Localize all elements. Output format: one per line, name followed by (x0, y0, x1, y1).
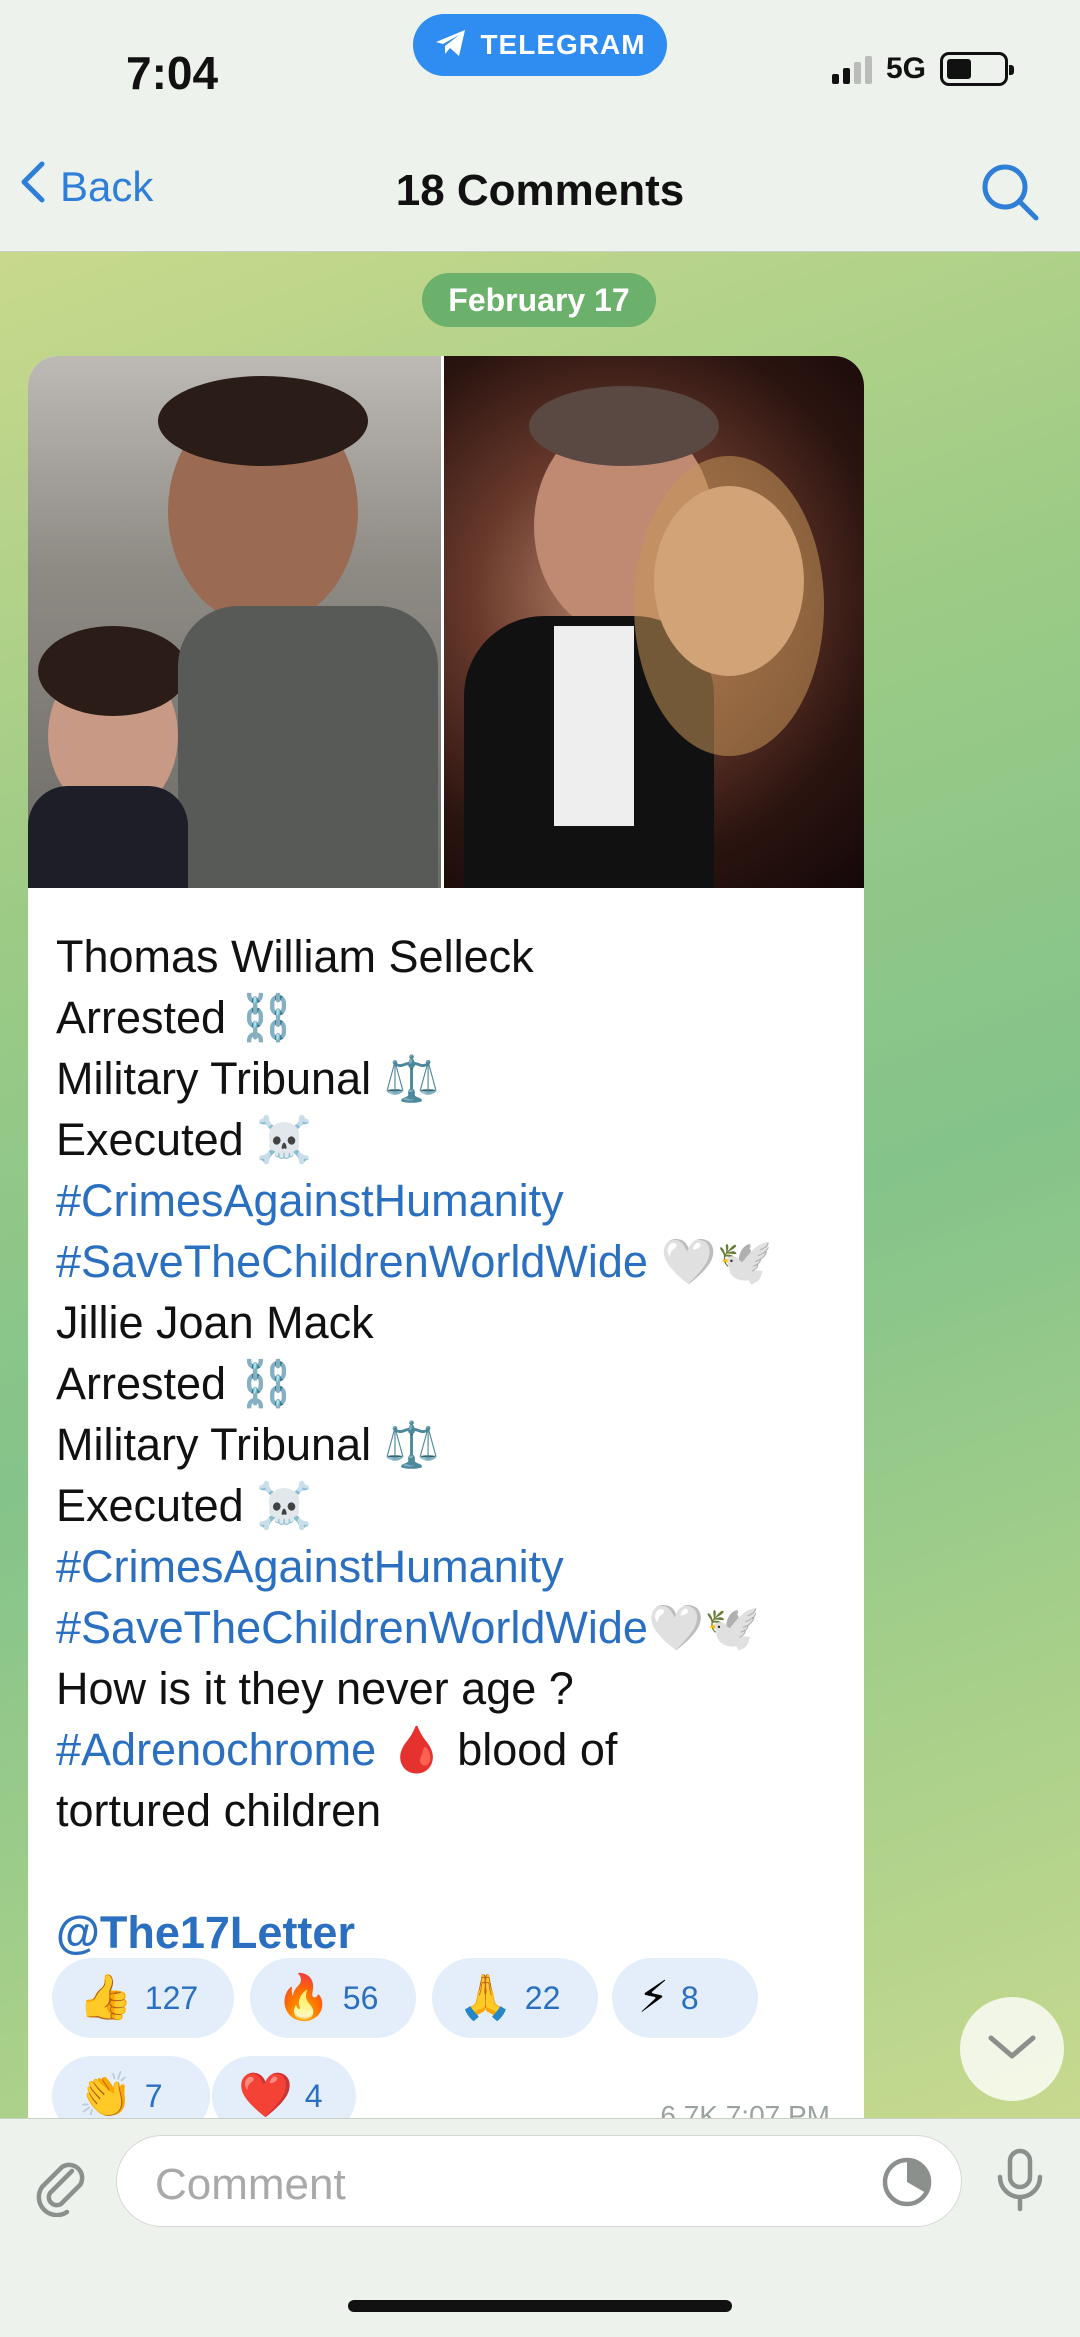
message-photo[interactable] (28, 356, 864, 888)
network-label: 5G (885, 52, 926, 85)
search-icon[interactable] (978, 160, 1042, 229)
hashtag-link[interactable]: #CrimesAgainstHumanity (56, 1541, 564, 1592)
page-title: 18 Comments (395, 166, 685, 215)
scroll-down-button[interactable] (960, 1997, 1064, 2101)
photo-right (444, 356, 864, 888)
message-line (56, 1841, 846, 1902)
telegram-plane-icon (434, 28, 468, 63)
mention-link[interactable]: @The17Letter (56, 1907, 355, 1958)
message-line: Military Tribunal ⚖️ (56, 1419, 440, 1470)
message-line: Executed ☠️ (56, 1480, 313, 1531)
message-line: Executed ☠️ (56, 1114, 313, 1165)
message-bubble[interactable]: Thomas William Selleck Arrested ⛓️ Milit… (28, 356, 864, 2118)
message-line: How is it they never age ? (56, 1663, 574, 1714)
hashtag-link[interactable]: #CrimesAgainstHumanity (56, 1175, 564, 1226)
message-line: Arrested ⛓️ (56, 992, 295, 1043)
message-line: #Adrenochrome 🩸 blood of (56, 1724, 618, 1775)
hashtag-link[interactable]: #SaveTheChildrenWorldWide (56, 1602, 648, 1653)
message-line: #SaveTheChildrenWorldWide 🤍🕊️ (56, 1236, 773, 1287)
home-indicator (348, 2300, 732, 2312)
reaction-fire[interactable]: 🔥 56 (250, 1958, 416, 2038)
signal-icon (831, 54, 872, 84)
timer-icon[interactable] (879, 2154, 935, 2215)
message-line: #CrimesAgainstHumanity (56, 1536, 846, 1597)
photo-left (28, 356, 444, 888)
reaction-pray[interactable]: 🙏 22 (432, 1958, 598, 2038)
message-line: #SaveTheChildrenWorldWide🤍🕊️ (56, 1602, 761, 1653)
paperclip-icon[interactable] (28, 2153, 92, 2222)
top-bar: 7:04 TELEGRAM 5G Back 18 Comments (0, 0, 1080, 252)
message-line: Jillie Joan Mack (56, 1297, 374, 1348)
date-badge: February 17 (422, 273, 656, 327)
status-icons: 5G (831, 52, 1014, 86)
microphone-icon[interactable] (992, 2147, 1048, 2218)
message-line: #CrimesAgainstHumanity (56, 1170, 846, 1231)
telegram-pill[interactable]: TELEGRAM (413, 14, 667, 76)
chat-area[interactable]: February 17 Thomas William Selleck Arres… (0, 252, 1080, 2118)
chevron-down-icon (987, 2032, 1037, 2067)
message-line: @The17Letter (56, 1902, 846, 1963)
hashtag-link[interactable]: #Adrenochrome (56, 1724, 376, 1775)
message-line: Thomas William Selleck (56, 931, 534, 982)
reaction-heart[interactable]: ❤️ 4 (212, 2056, 356, 2118)
hashtag-link[interactable]: #SaveTheChildrenWorldWide (56, 1236, 648, 1287)
message-line: tortured children (56, 1785, 382, 1836)
message-text: Thomas William Selleck Arrested ⛓️ Milit… (56, 926, 846, 1963)
reaction-lightning[interactable]: ⚡ 8 (612, 1958, 758, 2038)
reaction-thumbs-up[interactable]: 👍 127 (52, 1958, 234, 2038)
comment-input[interactable]: Comment (116, 2135, 962, 2227)
battery-icon (940, 52, 1014, 86)
message-line: Arrested ⛓️ (56, 1358, 295, 1409)
comment-placeholder: Comment (155, 2160, 346, 2209)
reaction-clap[interactable]: 👏 7 (52, 2056, 210, 2118)
message-line: Military Tribunal ⚖️ (56, 1053, 440, 1104)
telegram-pill-label: TELEGRAM (480, 29, 646, 60)
status-time: 7:04 (126, 47, 219, 99)
message-meta: 6.7K 7:07 PM (660, 2100, 830, 2118)
